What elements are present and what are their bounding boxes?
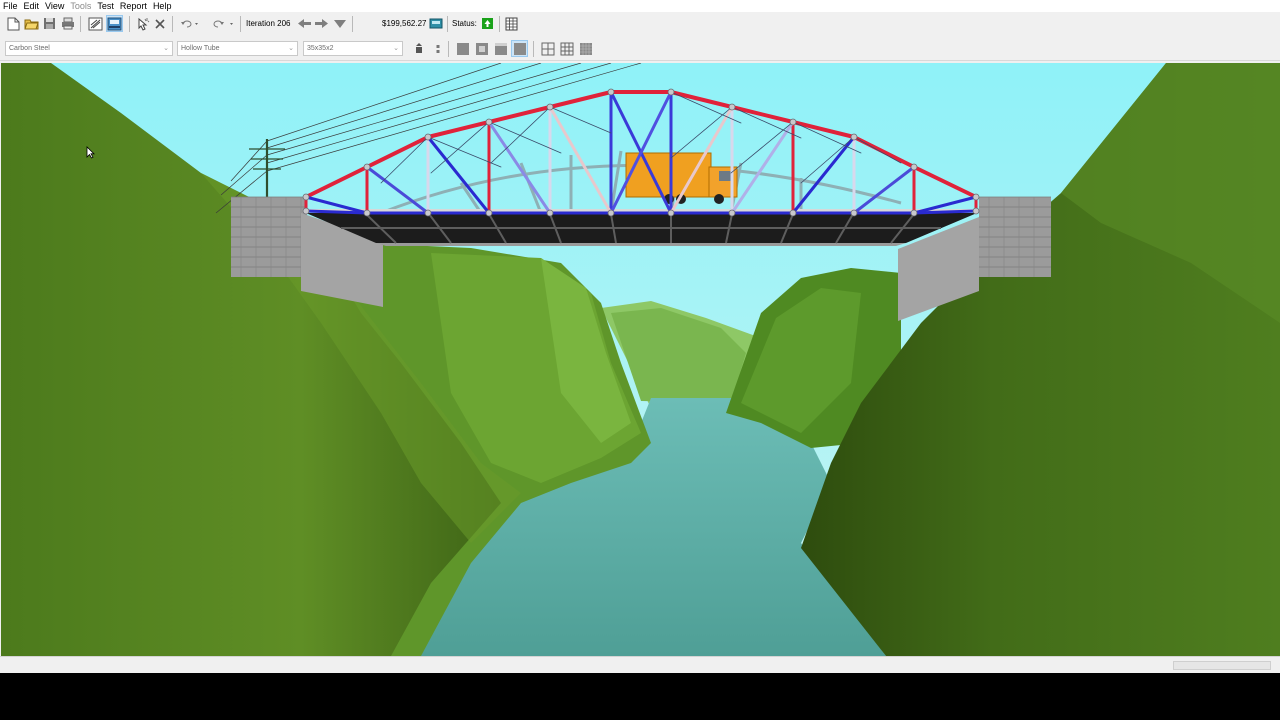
chevron-down-icon: ⌄ (393, 45, 399, 52)
menu-report[interactable]: Report (117, 0, 150, 12)
tube-section-icon[interactable] (473, 40, 490, 57)
mouse-cursor-icon (86, 146, 95, 164)
menu-tools[interactable]: Tools (67, 0, 94, 12)
main-toolbar: Iteration 206 $199,562.27 Status: (0, 13, 1280, 35)
status-icon[interactable] (479, 15, 496, 32)
previous-iteration-icon[interactable] (296, 15, 313, 32)
grid-coarse-icon[interactable] (539, 40, 556, 57)
cost-calculator-icon[interactable] (427, 15, 444, 32)
letterbox-bar (0, 673, 1280, 720)
menu-edit[interactable]: Edit (21, 0, 43, 12)
undo-icon[interactable] (178, 15, 202, 32)
design-mode-icon[interactable] (87, 15, 104, 32)
open-folder-icon[interactable] (23, 15, 40, 32)
increase-size-icon[interactable] (410, 40, 427, 57)
load-test-3d-view[interactable] (1, 63, 1280, 656)
menu-view[interactable]: View (42, 0, 67, 12)
menu-test[interactable]: Test (94, 0, 117, 12)
member-table-icon[interactable] (503, 15, 520, 32)
highlighted-member-icon[interactable] (511, 40, 528, 57)
load-test-mode-icon[interactable] (106, 15, 123, 32)
status-bar (0, 656, 1280, 674)
new-document-icon[interactable] (5, 15, 22, 32)
grid-fine-icon[interactable] (577, 40, 594, 57)
next-iteration-icon[interactable] (313, 15, 330, 32)
iteration-label: Iteration 206 (246, 19, 291, 28)
menu-file[interactable]: File (0, 0, 21, 12)
grid-medium-icon[interactable] (558, 40, 575, 57)
angle-section-icon[interactable] (492, 40, 509, 57)
bridge-designer-window: File Edit View Tools Test Report Help It… (0, 0, 1280, 674)
bridge-deck (306, 209, 977, 246)
material-select[interactable]: Carbon Steel ⌄ (5, 41, 173, 56)
material-value: Carbon Steel (9, 45, 50, 52)
iteration-list-icon[interactable] (331, 15, 348, 32)
member-properties-toolbar: Carbon Steel ⌄ Hollow Tube ⌄ 35x35x2 ⌄ (0, 36, 1280, 61)
print-icon[interactable] (59, 15, 76, 32)
menu-bar: File Edit View Tools Test Report Help (0, 0, 1280, 12)
cost-display: $199,562.27 (382, 19, 427, 28)
menu-help[interactable]: Help (150, 0, 175, 12)
save-icon[interactable] (41, 15, 58, 32)
chevron-down-icon: ⌄ (163, 45, 169, 52)
section-value: Hollow Tube (181, 45, 220, 52)
horizontal-scrollbar[interactable] (1173, 661, 1271, 670)
status-label: Status: (452, 19, 477, 28)
select-icon[interactable] (134, 15, 151, 32)
solid-bar-icon[interactable] (454, 40, 471, 57)
chevron-down-icon: ⌄ (288, 45, 294, 52)
decrease-size-icon[interactable] (429, 40, 446, 57)
size-select[interactable]: 35x35x2 ⌄ (303, 41, 403, 56)
redo-icon[interactable] (211, 15, 235, 32)
delete-icon[interactable] (151, 15, 168, 32)
section-select[interactable]: Hollow Tube ⌄ (177, 41, 298, 56)
size-value: 35x35x2 (307, 45, 334, 52)
